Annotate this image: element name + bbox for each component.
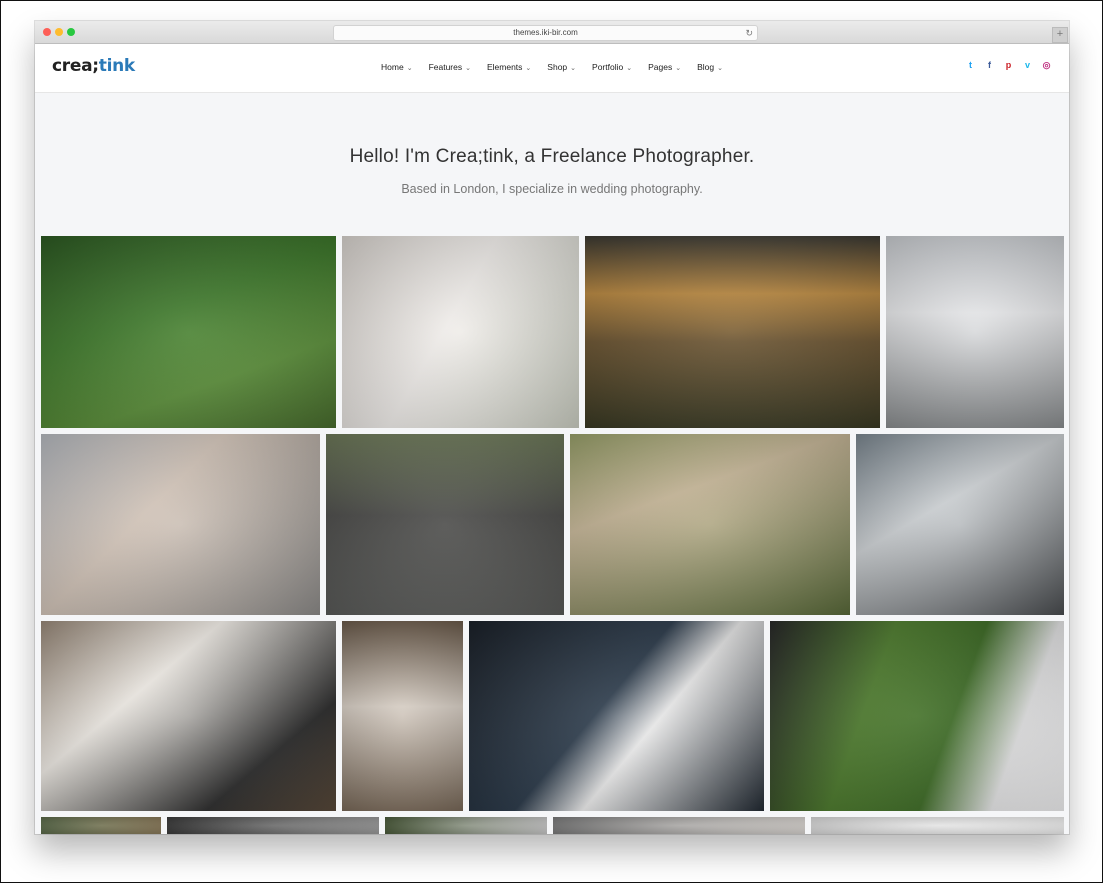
- photo-bride-bouquet-embrace[interactable]: [41, 621, 336, 811]
- photo-couple-veil[interactable]: [856, 434, 1064, 615]
- browser-toolbar: themes.iki-bir.com ↻ +: [35, 21, 1069, 44]
- logo-text-part2: tink: [98, 56, 135, 76]
- photo-vignette: [167, 817, 379, 834]
- menu-item-label: Shop: [547, 62, 568, 72]
- photo-vignette: [41, 236, 336, 428]
- photo-groom-boutonniere[interactable]: [469, 621, 764, 811]
- photo-groom-bowtie[interactable]: [326, 434, 564, 615]
- menu-item-portfolio[interactable]: Portfolio ⌄: [592, 62, 632, 72]
- site-header: crea;tink Home ⌄ Features ⌄ Elements ⌄ Shop…: [35, 44, 1069, 93]
- hero-title: Hello! I'm Crea;tink, a Freelance Photog…: [349, 146, 755, 167]
- photo-vignette: [811, 817, 1064, 834]
- photo-hands-rings[interactable]: [41, 434, 320, 615]
- photo-vignette: [41, 817, 161, 834]
- chevron-down-icon: ⌄: [570, 65, 577, 72]
- main-menu: Home ⌄ Features ⌄ Elements ⌄ Shop ⌄ Portfoli…: [381, 62, 739, 72]
- twitter-icon[interactable]: t: [965, 60, 976, 71]
- photo-vignette: [342, 236, 579, 428]
- reload-icon[interactable]: ↻: [745, 26, 753, 40]
- photo-vignette: [886, 236, 1064, 428]
- minimize-window-button[interactable]: [55, 28, 63, 36]
- photo-vignette: [570, 434, 850, 615]
- photo-vignette: [342, 621, 463, 811]
- photo-row4-3[interactable]: [385, 817, 547, 834]
- plus-icon[interactable]: +: [1052, 27, 1068, 43]
- zoom-window-button[interactable]: [67, 28, 75, 36]
- photo-vignette: [770, 621, 1064, 811]
- menu-item-label: Pages: [648, 62, 673, 72]
- photo-couple-dock[interactable]: [570, 434, 850, 615]
- chevron-down-icon: ⌄: [717, 65, 723, 72]
- photo-vignette: [585, 236, 880, 428]
- facebook-icon[interactable]: f: [984, 60, 995, 71]
- photo-vignette: [41, 434, 320, 615]
- hero-subtitle: Based in London, I specialize in wedding…: [401, 182, 703, 196]
- address-text: themes.iki-bir.com: [513, 28, 578, 37]
- photo-vignette: [326, 434, 564, 615]
- photo-row4-1[interactable]: [41, 817, 161, 834]
- photo-row4-2[interactable]: [167, 817, 379, 834]
- menu-item-blog[interactable]: Blog ⌄: [697, 62, 723, 72]
- social-links: t f p v ◎: [965, 60, 1052, 71]
- photo-bride-flower-crown[interactable]: [342, 621, 463, 811]
- chevron-down-icon: ⌄: [675, 65, 682, 72]
- close-window-button[interactable]: [43, 28, 51, 36]
- menu-item-label: Elements: [486, 62, 523, 72]
- address-bar[interactable]: themes.iki-bir.com ↻: [333, 25, 758, 41]
- photo-vignette: [385, 817, 547, 834]
- photo-shoes-grass-lace[interactable]: [770, 621, 1064, 811]
- menu-item-label: Home: [381, 62, 404, 72]
- pinterest-icon[interactable]: p: [1003, 60, 1014, 71]
- menu-item-elements[interactable]: Elements ⌄: [487, 62, 531, 72]
- photo-vignette: [856, 434, 1064, 615]
- photo-necklace-dress[interactable]: [342, 236, 579, 428]
- photo-couple-kiss-platform[interactable]: [886, 236, 1064, 428]
- instagram-icon[interactable]: ◎: [1041, 60, 1052, 71]
- logo-text-part1: crea;: [52, 56, 99, 76]
- browser-window: themes.iki-bir.com ↻ + crea;tink Home ⌄ F…: [35, 21, 1069, 834]
- menu-item-features[interactable]: Features ⌄: [429, 62, 471, 72]
- menu-item-label: Portfolio: [592, 62, 624, 72]
- chevron-down-icon: ⌄: [525, 65, 532, 72]
- photo-row4-5[interactable]: [811, 817, 1064, 834]
- photo-couple-sunset-lake[interactable]: [585, 236, 880, 428]
- menu-item-home[interactable]: Home ⌄: [381, 62, 413, 72]
- menu-item-pages[interactable]: Pages ⌄: [648, 62, 681, 72]
- photo-bride-guests[interactable]: [41, 236, 336, 428]
- menu-item-label: Blog: [697, 62, 715, 72]
- menu-item-label: Features: [428, 62, 463, 72]
- photo-row4-4[interactable]: [553, 817, 805, 834]
- photo-vignette: [469, 621, 764, 811]
- chevron-down-icon: ⌄: [406, 65, 413, 72]
- site-logo[interactable]: crea;tink: [52, 56, 135, 76]
- photo-vignette: [41, 621, 336, 811]
- photo-vignette: [553, 817, 805, 834]
- chevron-down-icon: ⌄: [626, 65, 633, 72]
- menu-item-shop[interactable]: Shop ⌄: [547, 62, 576, 72]
- chevron-down-icon: ⌄: [465, 65, 471, 72]
- vimeo-icon[interactable]: v: [1022, 60, 1033, 71]
